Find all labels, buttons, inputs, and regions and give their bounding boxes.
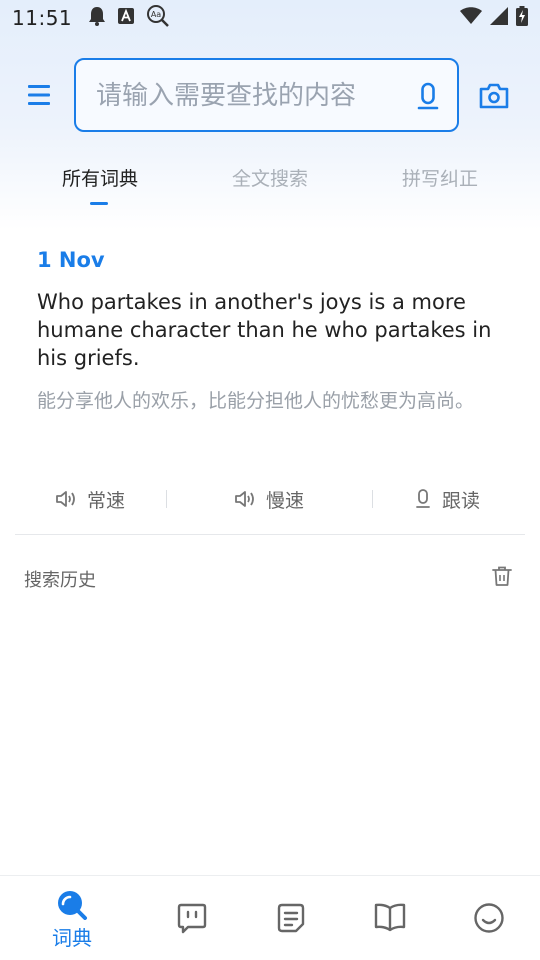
camera-search-button[interactable] bbox=[478, 82, 510, 110]
nav-notes[interactable] bbox=[261, 902, 321, 960]
clear-history-button[interactable] bbox=[492, 566, 512, 588]
chat-icon bbox=[177, 903, 207, 934]
tab-all-dictionaries[interactable]: 所有词典 bbox=[30, 164, 170, 191]
status-time: 11:51 bbox=[12, 6, 73, 30]
tab-full-text-search[interactable]: 全文搜索 bbox=[200, 164, 340, 191]
nav-profile[interactable] bbox=[459, 902, 519, 960]
microphone-icon bbox=[416, 489, 430, 508]
audio-divider bbox=[372, 490, 373, 508]
notification-bell-icon bbox=[88, 6, 106, 30]
normal-speed-label: 常速 bbox=[87, 489, 126, 512]
microphone-icon bbox=[417, 82, 439, 110]
daily-sentence-date: 1 Nov bbox=[37, 248, 105, 272]
camera-icon bbox=[479, 83, 509, 109]
daily-sentence-english: Who partakes in another's joys is a more… bbox=[37, 290, 492, 370]
smile-icon bbox=[474, 903, 504, 933]
trash-icon bbox=[492, 566, 512, 586]
speaker-icon bbox=[56, 491, 75, 507]
svg-text:Aa: Aa bbox=[151, 10, 161, 19]
audio-controls: 常速 慢速 跟读 bbox=[0, 480, 540, 518]
search-box[interactable] bbox=[74, 58, 459, 132]
search-icon bbox=[58, 891, 87, 920]
menu-button[interactable] bbox=[26, 82, 52, 108]
audio-divider bbox=[166, 490, 167, 508]
nav-dictionary[interactable]: 词典 bbox=[42, 890, 102, 952]
search-input[interactable] bbox=[96, 78, 396, 114]
hamburger-menu-icon bbox=[28, 85, 50, 105]
wifi-icon bbox=[460, 7, 482, 29]
play-normal-speed-button[interactable]: 常速 bbox=[55, 480, 125, 518]
book-icon bbox=[374, 903, 406, 932]
nav-chat[interactable] bbox=[162, 902, 222, 960]
section-divider bbox=[15, 534, 525, 535]
slow-speed-label: 慢速 bbox=[266, 489, 305, 512]
nav-dictionary-label: 词典 bbox=[52, 926, 92, 950]
search-history-title: 搜索历史 bbox=[24, 570, 96, 591]
cell-signal-icon bbox=[490, 7, 508, 29]
status-system-icons bbox=[460, 6, 528, 30]
active-tab-indicator bbox=[90, 202, 108, 205]
nav-book[interactable] bbox=[360, 902, 420, 960]
play-slow-speed-button[interactable]: 慢速 bbox=[234, 480, 304, 518]
speaker-icon bbox=[235, 491, 254, 507]
status-bar: 11:51 Aa bbox=[0, 0, 540, 36]
battery-charging-icon bbox=[516, 6, 528, 30]
follow-read-label: 跟读 bbox=[442, 489, 481, 512]
daily-sentence-chinese: 能分享他人的欢乐，比能分担他人的忧愁更为高尚。 bbox=[37, 390, 475, 412]
follow-read-button[interactable]: 跟读 bbox=[414, 480, 480, 518]
dictionary-search-icon: Aa bbox=[146, 4, 170, 32]
notes-icon bbox=[277, 903, 305, 933]
voice-search-button[interactable] bbox=[415, 82, 441, 112]
search-bar-row bbox=[0, 58, 540, 133]
bottom-navigation: 词典 bbox=[0, 875, 540, 960]
search-mode-tabs: 所有词典 全文搜索 拼写纠正 bbox=[0, 160, 540, 210]
tab-spelling-correction[interactable]: 拼写纠正 bbox=[370, 164, 510, 191]
daily-sentence-card: 1 Nov Who partakes in another's joys is … bbox=[37, 248, 503, 417]
font-a-icon bbox=[118, 8, 135, 28]
status-notification-icons: Aa bbox=[88, 4, 170, 32]
